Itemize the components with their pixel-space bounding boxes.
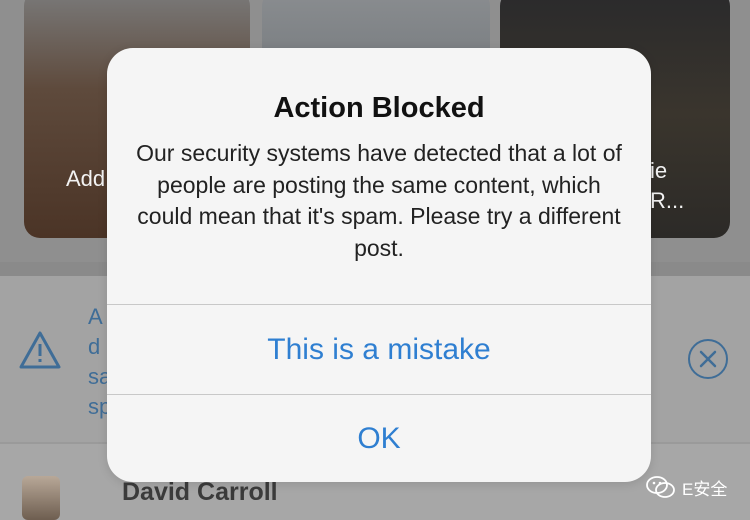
story-card-label: Add <box>66 166 106 191</box>
avatar[interactable] <box>22 476 60 520</box>
story-card-label-line: R... <box>650 188 685 213</box>
alert-message: Our security systems have detected that … <box>136 140 622 261</box>
story-card-label: ie R... <box>650 156 684 216</box>
post-author-name[interactable]: David Carroll <box>122 478 278 507</box>
close-icon <box>699 350 717 368</box>
story-card-label-line: ie <box>650 158 668 183</box>
close-circle-icon[interactable] <box>688 339 728 379</box>
watermark: E安全 <box>646 472 727 502</box>
alert-title: Action Blocked <box>273 92 485 124</box>
watermark-text: E安全 <box>682 479 728 499</box>
this-is-a-mistake-button[interactable]: This is a mistake <box>107 305 651 394</box>
ok-button[interactable]: OK <box>107 395 651 482</box>
action-blocked-alert: Action Blocked Our security systems have… <box>107 48 651 482</box>
alert-body: Action Blocked Our security systems have… <box>107 48 651 304</box>
warning-triangle-icon <box>19 331 61 369</box>
